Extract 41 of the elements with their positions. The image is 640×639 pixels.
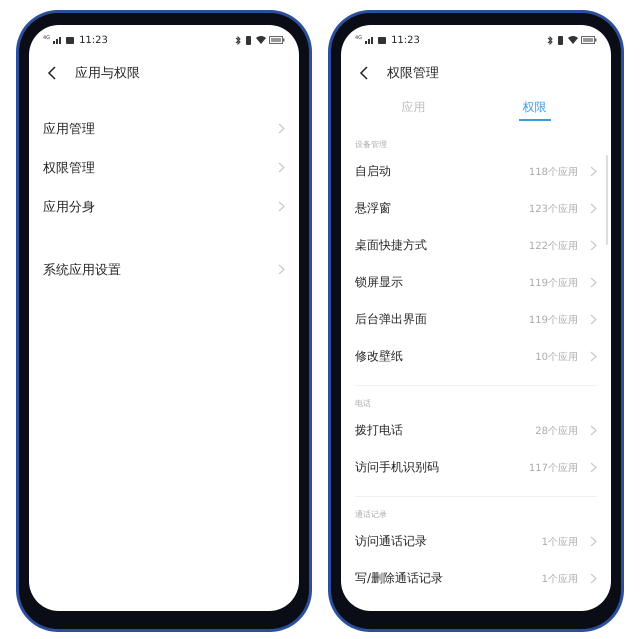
app-count: 28个应用 — [535, 424, 578, 438]
section-label: 通话记录 — [355, 509, 388, 521]
permission-label: 桌面快捷方式 — [355, 237, 428, 254]
permission-label: 访问手机识别码 — [355, 459, 440, 476]
menu-item[interactable]: 应用管理 — [43, 109, 285, 148]
permission-label: 自启动 — [355, 163, 392, 180]
page-title: 权限管理 — [387, 65, 439, 82]
permission-label: 写/删除通话记录 — [355, 570, 444, 587]
permission-row[interactable]: 自启动 118个应用 — [355, 153, 597, 190]
permission-label: 拨打电话 — [355, 422, 404, 439]
menu-item[interactable]: 系统应用设置 — [43, 250, 285, 289]
permission-label: 访问通话记录 — [355, 533, 428, 550]
permission-label: 后台弹出界面 — [355, 311, 428, 328]
permission-row[interactable]: 拨打电话 28个应用 — [355, 412, 597, 449]
permission-row[interactable]: 桌面快捷方式 122个应用 — [355, 227, 597, 264]
app-count: 1个应用 — [542, 572, 578, 586]
permission-row[interactable]: 锁屏显示 119个应用 — [355, 264, 597, 301]
status-time: 11:23 — [391, 34, 420, 46]
app-count: 119个应用 — [528, 314, 578, 326]
app-count: 1个应用 — [542, 536, 578, 548]
permission-row[interactable]: 悬浮窗 123个应用 — [355, 190, 597, 227]
status-time: 11:23 — [79, 34, 108, 46]
app-count: 122个应用 — [528, 240, 578, 252]
permission-row[interactable]: 修改壁纸 10个应用 — [355, 338, 597, 375]
section-label: 电话 — [355, 398, 372, 410]
permission-row[interactable]: 访问手机识别码 117个应用 — [355, 449, 597, 486]
app-count: 119个应用 — [528, 276, 578, 290]
app-count: 117个应用 — [528, 462, 578, 474]
permission-row[interactable]: 访问通话记录 1个应用 — [355, 523, 597, 560]
permission-label: 悬浮窗 — [355, 200, 392, 217]
permission-label: 修改壁纸 — [355, 348, 404, 365]
page-title: 应用与权限 — [75, 65, 140, 82]
section-label: 设备管理 — [355, 139, 388, 151]
app-count: 123个应用 — [528, 202, 578, 216]
menu-item[interactable]: 应用分身 — [43, 187, 285, 226]
permission-row[interactable]: 写/删除通话记录 1个应用 — [355, 560, 597, 597]
app-count: 118个应用 — [528, 166, 578, 178]
permission-label: 锁屏显示 — [355, 274, 404, 291]
menu-item[interactable]: 权限管理 — [43, 148, 285, 187]
app-count: 10个应用 — [535, 350, 578, 364]
permission-row[interactable]: 后台弹出界面 119个应用 — [355, 301, 597, 338]
